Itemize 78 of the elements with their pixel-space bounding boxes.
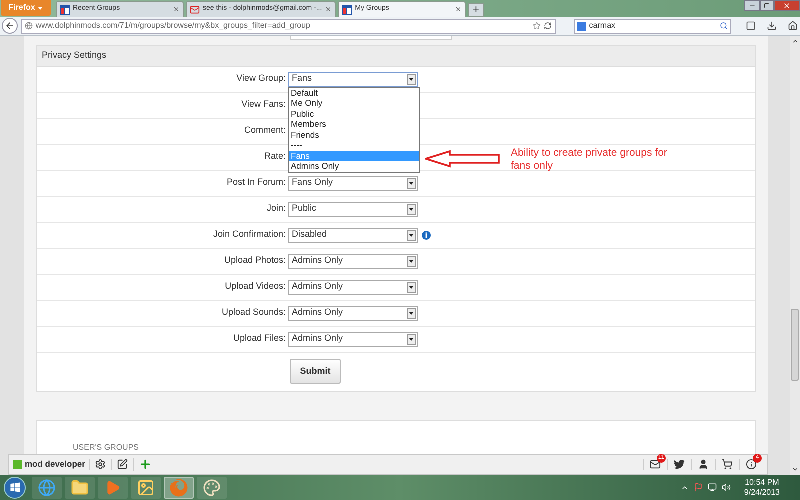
dropdown-option[interactable]: Me Only: [289, 98, 419, 108]
back-icon[interactable]: [2, 18, 18, 34]
field-label: Upload Videos:: [224, 280, 287, 294]
clock[interactable]: 10:54 PM 9/24/2013: [744, 478, 780, 498]
volume-icon[interactable]: [722, 483, 732, 492]
bird-icon[interactable]: [674, 459, 685, 470]
field-label: Rate:: [263, 150, 287, 164]
select-field[interactable]: Public: [288, 202, 418, 216]
mail-icon: [190, 4, 200, 14]
plus-icon[interactable]: [139, 458, 152, 471]
taskbar-button[interactable]: [164, 476, 194, 498]
select-field[interactable]: Admins Only: [288, 280, 418, 294]
close-icon[interactable]: [455, 6, 462, 13]
info-icon[interactable]: [422, 230, 431, 240]
edit-icon[interactable]: [117, 459, 128, 470]
select-field[interactable]: Fans Only: [288, 176, 418, 190]
scrollbar-thumb[interactable]: [791, 309, 799, 381]
bookmark-icon[interactable]: [746, 21, 756, 31]
section-title: USER'S GROUPS: [73, 442, 139, 452]
select-field[interactable]: Admins Only: [288, 254, 418, 268]
field-label: Comment:: [243, 124, 287, 138]
scrollbar[interactable]: [790, 36, 800, 475]
grid-icon: [60, 4, 70, 14]
field-label: View Fans:: [240, 98, 287, 112]
field-label: Join Confirmation:: [212, 228, 287, 242]
dropdown-option[interactable]: Admins Only: [289, 161, 419, 172]
field-label: View Group:: [236, 72, 287, 86]
address-bar[interactable]: www.dolphinmods.com/71/m/groups/browse/my&bx_groups_filter=add_group: [20, 18, 556, 34]
field-label: Upload Photos:: [223, 254, 287, 268]
select-field[interactable]: Fans: [288, 72, 418, 86]
field-label: Post In Forum:: [226, 176, 287, 190]
dropdown-option[interactable]: Friends: [289, 130, 419, 140]
submit-button[interactable]: Submit: [290, 359, 341, 384]
network-icon[interactable]: [708, 483, 718, 492]
url-text: www.dolphinmods.com/71/m/groups/browse/my&bx_groups_filter=add_group: [36, 20, 312, 32]
palette-icon[interactable]: [203, 478, 221, 496]
annotation-text: Ability to create private groups for fans only: [511, 147, 668, 173]
dropdown-option[interactable]: Members: [289, 119, 419, 130]
download-icon[interactable]: [766, 21, 777, 31]
section-header: Privacy Settings: [37, 46, 755, 66]
select-field[interactable]: Disabled: [288, 228, 418, 242]
close-icon[interactable]: [325, 6, 332, 13]
cart-icon[interactable]: [722, 459, 733, 470]
field-label: Upload Sounds:: [220, 306, 287, 320]
scroll-up-icon[interactable]: [792, 38, 798, 45]
dropdown-option[interactable]: Default: [289, 88, 419, 98]
close-icon[interactable]: [173, 6, 180, 13]
taskbar-button[interactable]: [131, 476, 161, 498]
folder-icon[interactable]: [71, 478, 89, 496]
user-name[interactable]: mod developer: [25, 458, 90, 471]
select-field[interactable]: Admins Only: [288, 306, 418, 320]
dropdown-option[interactable]: Public: [289, 108, 419, 119]
start-orb-icon[interactable]: [4, 476, 26, 498]
maximize-icon[interactable]: [760, 0, 774, 11]
star-icon[interactable]: [533, 22, 542, 30]
taskbar-button[interactable]: [65, 476, 95, 498]
refresh-icon[interactable]: [544, 22, 552, 30]
new-tab-button[interactable]: +: [468, 3, 484, 17]
caret-icon: [38, 6, 44, 10]
status-square-icon: [13, 460, 22, 469]
home-icon[interactable]: [788, 21, 798, 31]
field-label: Upload Files:: [232, 332, 287, 346]
globe-icon: [24, 22, 33, 30]
mail-icon[interactable]: [650, 459, 661, 470]
settings-icon[interactable]: [95, 459, 106, 470]
text-field[interactable]: [290, 36, 452, 40]
info-icon[interactable]: [746, 459, 757, 470]
taskbar-button[interactable]: [197, 476, 227, 498]
grid-icon: [342, 4, 352, 14]
scroll-down-icon[interactable]: [792, 466, 798, 473]
picture-icon[interactable]: [137, 478, 155, 496]
search-field[interactable]: carmax: [574, 18, 731, 34]
field-label: Join:: [266, 202, 287, 216]
search-icon[interactable]: [720, 22, 728, 30]
search-engine-icon: [577, 22, 586, 30]
person-icon[interactable]: [698, 459, 709, 470]
select-field[interactable]: Admins Only: [288, 332, 418, 346]
dropdown-option[interactable]: ----: [289, 140, 419, 150]
